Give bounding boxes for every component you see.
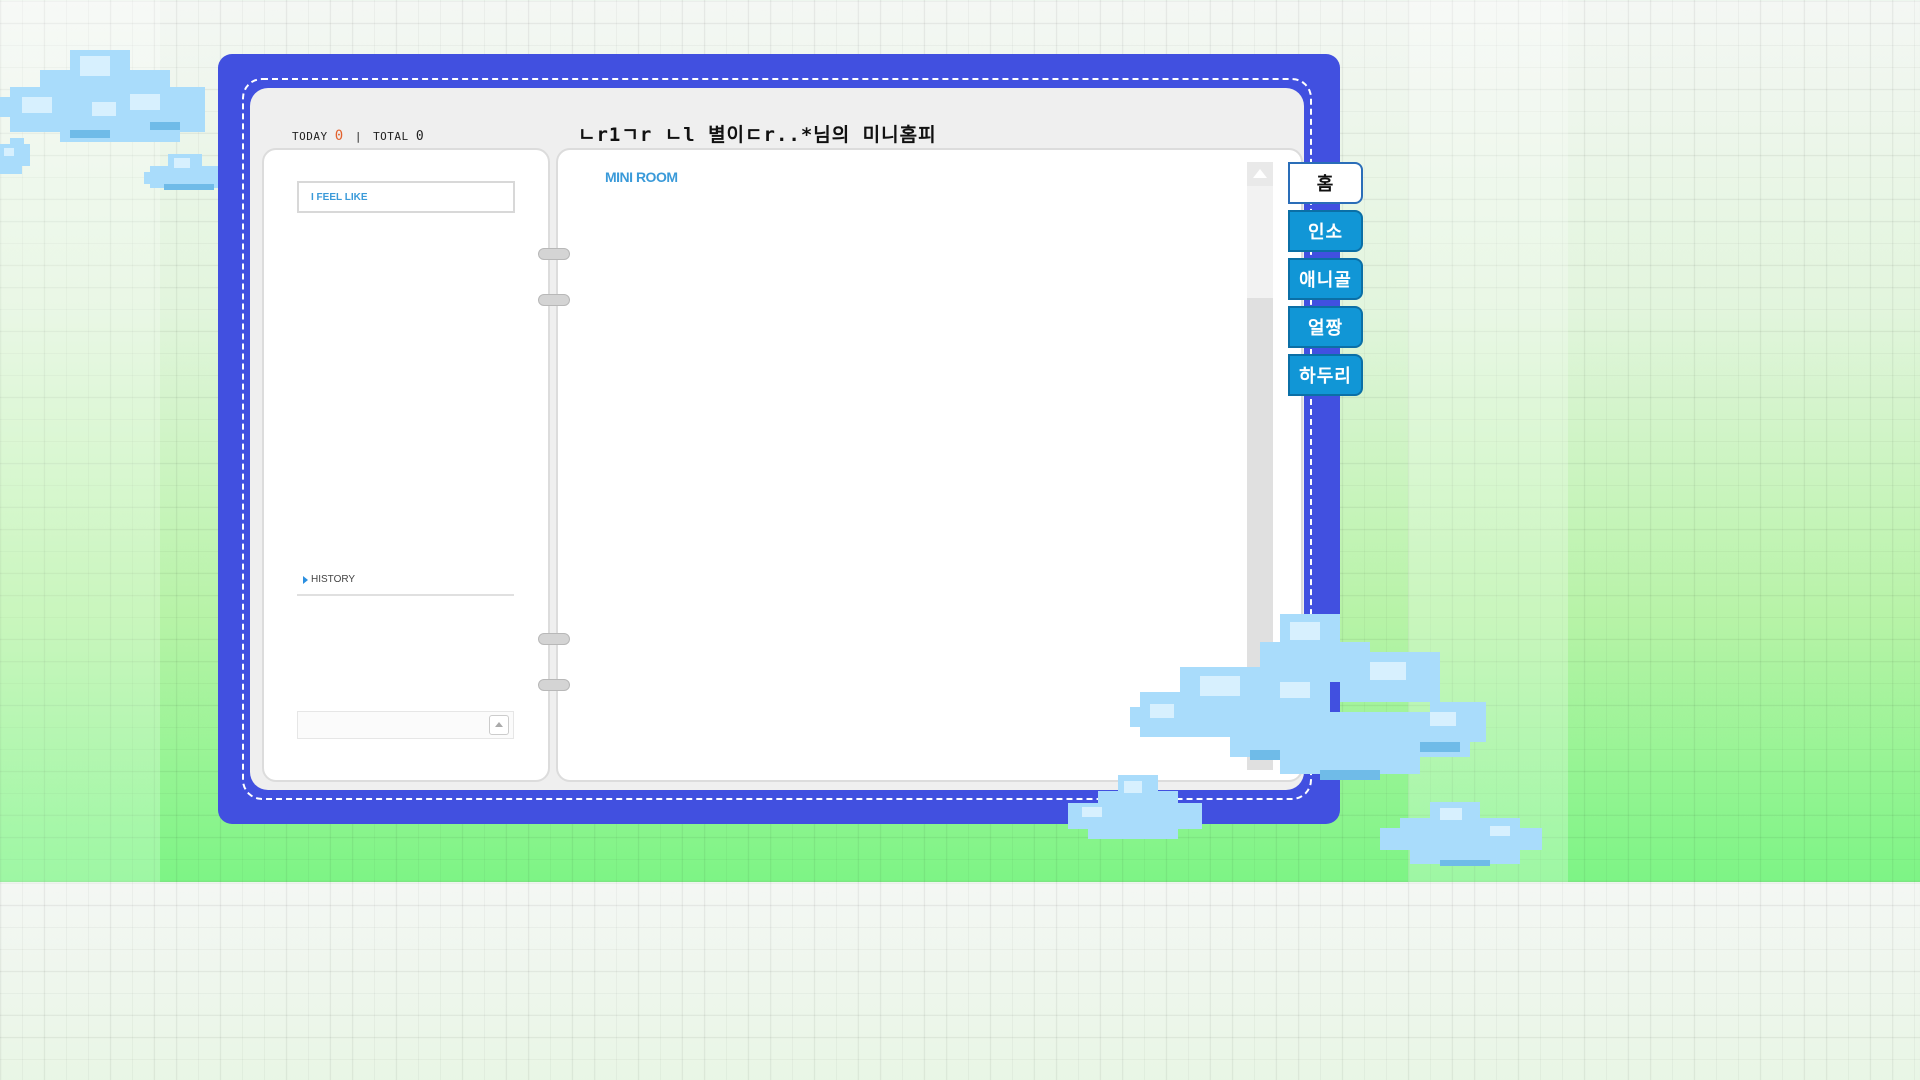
binder-ring (538, 248, 570, 260)
feel-like-box[interactable]: I FEEL LIKE (297, 181, 515, 213)
tab-label: 홈 (1316, 174, 1335, 195)
history-header[interactable]: HISTORY (297, 574, 514, 596)
cloud-far-right (1380, 802, 1542, 866)
left-page: I FEEL LIKE HISTORY (262, 148, 550, 782)
visitor-counter: TODAY 0 | TOTAL 0 (292, 128, 424, 144)
tab-label: 하두리 (1299, 366, 1352, 387)
history-arrow-icon (303, 576, 308, 584)
binder-ring (538, 633, 570, 645)
counter-separator: | (354, 130, 362, 143)
cloud-top-left (0, 50, 205, 142)
history-scroll-box[interactable] (297, 711, 514, 739)
total-label: TOTAL (373, 130, 409, 143)
cloud-bottom-right (1130, 614, 1486, 780)
binder-ring (538, 294, 570, 306)
today-label: TODAY (292, 130, 328, 143)
tab-home[interactable]: 홈 (1288, 162, 1363, 204)
scroll-up-arrow-icon[interactable] (1247, 162, 1273, 186)
today-count: 0 (334, 128, 344, 144)
tab-haduri[interactable]: 하두리 (1288, 354, 1363, 396)
tab-label: 인소 (1307, 222, 1344, 243)
tab-eoljjang[interactable]: 얼짱 (1288, 306, 1363, 348)
feel-like-label: I FEEL LIKE (311, 192, 368, 203)
cloud-small-left (0, 138, 30, 174)
page-title: ㄴr1ㄱr ㄴl 별이ㄷr..*님의 미니홈피 (578, 124, 937, 146)
binder-ring (538, 679, 570, 691)
tab-label: 애니골 (1299, 270, 1352, 291)
tab-label: 얼짱 (1307, 318, 1344, 339)
mini-room-title: MINI ROOM (605, 169, 678, 185)
tab-animal[interactable]: 애니골 (1288, 258, 1363, 300)
cloud-bottom-mid (1068, 775, 1202, 839)
history-label: HISTORY (311, 574, 356, 585)
tab-inso[interactable]: 인소 (1288, 210, 1363, 252)
total-count: 0 (415, 129, 425, 144)
scroll-up-icon[interactable] (489, 715, 509, 735)
